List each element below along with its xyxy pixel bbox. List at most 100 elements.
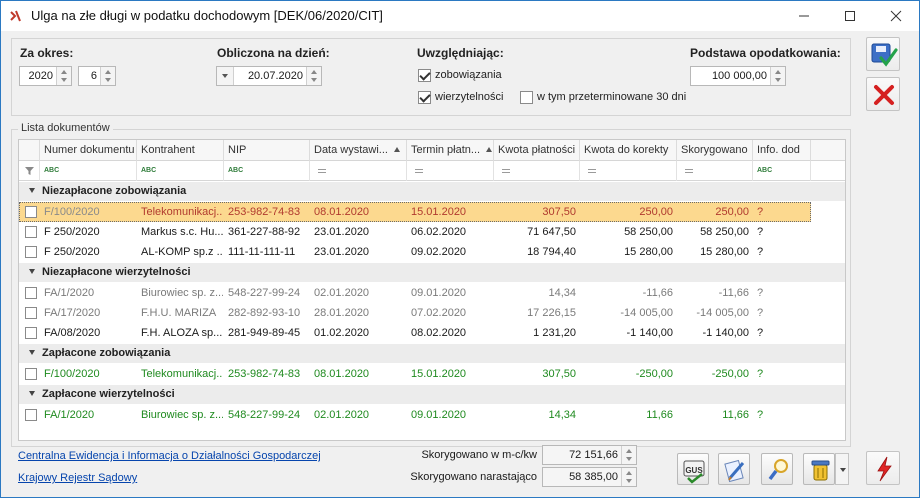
export-button[interactable] (718, 453, 750, 485)
filter-info[interactable]: ABC (753, 161, 811, 181)
header-corrected[interactable]: Skorygowano (677, 140, 753, 161)
collapse-icon (29, 391, 35, 396)
calc-date-label: Obliczona na dzień: (217, 46, 330, 60)
corrected-total-field: 58 385,00 (542, 467, 637, 487)
search-button[interactable] (761, 453, 793, 485)
document-pen-icon (724, 459, 745, 483)
corrected-month-value: 72 151,66 (569, 449, 618, 461)
group-paid-receivables[interactable]: Zapłacone wierzytelności (19, 385, 845, 404)
header-info[interactable]: Info. dod (753, 140, 811, 161)
row-checkbox[interactable] (25, 246, 37, 258)
filter-funnel[interactable] (19, 161, 40, 181)
ceidg-link[interactable]: Centralna Ewidencja i Informacja o Dział… (18, 450, 321, 462)
liabilities-checkbox[interactable] (418, 69, 431, 82)
krs-link[interactable]: Krajowy Rejestr Sądowy (18, 472, 137, 484)
include-label: Uwzględniając: (417, 46, 504, 60)
trash-bin-icon (811, 460, 830, 481)
table-row[interactable]: FA/1/2020 Biurowiec sp. z... 548-227-99-… (19, 405, 811, 425)
corrected-month-field: 72 151,66 (542, 445, 637, 465)
header-due-date[interactable]: Termin płatn... (407, 140, 494, 161)
month-spinner[interactable]: 6 (78, 66, 116, 86)
filter-due-date[interactable] (407, 161, 494, 181)
year-spin-arrows[interactable] (56, 67, 71, 85)
month-value: 6 (90, 70, 97, 82)
filter-issue-date[interactable] (310, 161, 407, 181)
filter-nip[interactable]: ABC (224, 161, 310, 181)
documents-grid[interactable]: Numer dokumentu Kontrahent NIP Data wyst… (18, 139, 846, 441)
filter-correction[interactable] (580, 161, 677, 181)
table-row[interactable]: F 250/2020 Markus s.c. Hu... 361-227-88-… (19, 222, 811, 242)
main-window: Ulga na złe długi w podatku dochodowym [… (0, 0, 920, 498)
equals-icon (318, 169, 326, 173)
grid-header: Numer dokumentu Kontrahent NIP Data wyst… (19, 140, 845, 161)
month-spin-arrows[interactable] (100, 67, 115, 85)
save-button[interactable] (866, 37, 900, 71)
filter-row: ABC ABC ABC ABC (19, 161, 845, 181)
funnel-icon (25, 167, 34, 175)
corrected-total-value: 58 385,00 (569, 471, 618, 483)
maximize-icon (845, 11, 855, 21)
gus-button[interactable]: GUS (677, 453, 709, 485)
quick-action-button[interactable] (866, 451, 900, 485)
row-checkbox[interactable] (25, 206, 37, 218)
header-doc-number[interactable]: Numer dokumentu (40, 140, 137, 161)
overdue-checkbox[interactable] (520, 91, 533, 104)
receivables-checkbox[interactable] (418, 91, 431, 104)
group-unpaid-receivables[interactable]: Niezapłacone wierzytelności (19, 263, 845, 282)
calc-date-spin-arrows[interactable] (306, 67, 321, 85)
tax-base-spin-arrows[interactable] (770, 67, 785, 85)
header-contractor[interactable]: Kontrahent (137, 140, 224, 161)
row-checkbox[interactable] (25, 226, 37, 238)
title-bar: Ulga na złe długi w podatku dochodowym [… (1, 1, 919, 31)
window-title: Ulga na złe długi w podatku dochodowym [… (31, 8, 383, 23)
save-check-icon (871, 43, 898, 67)
close-button[interactable] (873, 1, 919, 31)
year-value: 2020 (28, 70, 53, 82)
header-amount[interactable]: Kwota płatności (494, 140, 580, 161)
row-checkbox[interactable] (25, 327, 37, 339)
chevron-down-icon (840, 468, 846, 472)
delete-bin-button[interactable] (803, 453, 835, 485)
magnifier-icon (768, 459, 788, 481)
group-paid-liabilities[interactable]: Zapłacone zobowiązania (19, 344, 845, 363)
equals-icon (685, 169, 693, 173)
filter-corrected[interactable] (677, 161, 753, 181)
maximize-button[interactable] (827, 1, 873, 31)
row-checkbox[interactable] (25, 409, 37, 421)
tax-base-field[interactable]: 100 000,00 (690, 66, 786, 86)
tax-base-label: Podstawa opodatkowania: (690, 46, 841, 60)
collapse-icon (29, 188, 35, 193)
calc-date-field[interactable]: 20.07.2020 (216, 66, 322, 86)
cancel-x-icon (874, 85, 894, 105)
table-row[interactable]: FA/08/2020 F.H. ALOZA sp... 281-949-89-4… (19, 323, 811, 343)
cancel-button[interactable] (866, 77, 900, 111)
sort-ascending-icon (486, 147, 493, 152)
row-checkbox[interactable] (25, 287, 37, 299)
minimize-button[interactable] (781, 1, 827, 31)
year-spinner[interactable]: 2020 (19, 66, 72, 86)
header-issue-date[interactable]: Data wystawi... (310, 140, 407, 161)
group-unpaid-liabilities[interactable]: Niezapłacone zobowiązania (19, 182, 845, 201)
table-row[interactable]: F/100/2020 Telekomunikacj... 253-982-74-… (19, 364, 811, 384)
equals-icon (588, 169, 596, 173)
chevron-down-icon (222, 74, 228, 78)
overdue-label: w tym przeterminowane 30 dni (537, 91, 687, 103)
header-nip[interactable]: NIP (224, 140, 310, 161)
row-checkbox[interactable] (25, 307, 37, 319)
row-checkbox[interactable] (25, 368, 37, 380)
table-row[interactable]: F 250/2020 AL-KOMP sp.z ... 111-11-111-1… (19, 242, 811, 262)
filter-contractor[interactable]: ABC (137, 161, 224, 181)
document-list-title: Lista dokumentów (18, 122, 113, 134)
period-label: Za okres: (20, 46, 74, 60)
tax-base-value: 100 000,00 (711, 70, 767, 82)
filter-doc-number[interactable]: ABC (40, 161, 137, 181)
gus-icon: GUS (683, 460, 705, 484)
collapse-icon (29, 269, 35, 274)
calendar-dropdown-button[interactable] (217, 67, 234, 85)
header-correction[interactable]: Kwota do korekty (580, 140, 677, 161)
filter-amount[interactable] (494, 161, 580, 181)
table-row[interactable]: F/100/2020 Telekomunikacj... 253-982-74-… (19, 202, 811, 222)
table-row[interactable]: FA/17/2020 F.H.U. MARIZA 282-892-93-10 2… (19, 303, 811, 323)
more-actions-dropdown[interactable] (835, 453, 849, 485)
table-row[interactable]: FA/1/2020 Biurowiec sp. z... 548-227-99-… (19, 283, 811, 303)
